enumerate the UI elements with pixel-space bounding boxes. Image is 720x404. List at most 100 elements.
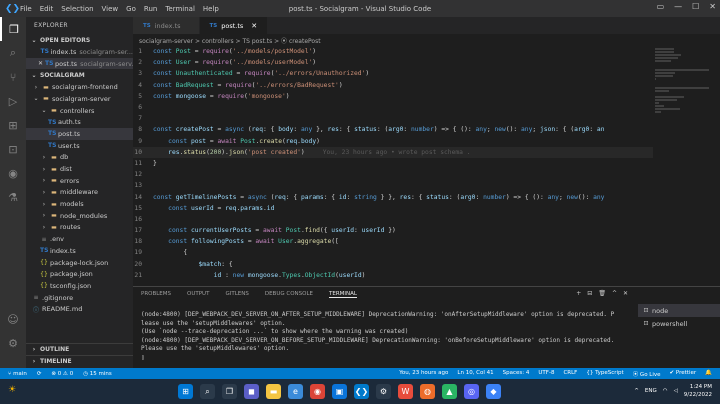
panel-tab-debug-console[interactable]: DEBUG CONSOLE — [265, 291, 313, 297]
extensions-icon[interactable]: ⊞ — [0, 113, 26, 137]
account-icon[interactable]: ☺ — [0, 307, 26, 331]
panel-tab-gitlens[interactable]: GITLENS — [225, 291, 248, 297]
code-line[interactable]: 1 const Post = require('../models/postMod… — [133, 46, 653, 57]
go-live-button[interactable]: ⦿ Go Live — [633, 370, 661, 378]
postman-icon[interactable]: ◍ — [420, 384, 435, 399]
weather-icon[interactable]: ☀ — [8, 385, 16, 395]
code-editor[interactable]: 1 const Post = require('../models/postMod… — [133, 46, 653, 282]
line-ending[interactable]: CRLF — [563, 370, 577, 378]
notifications-icon[interactable]: 🔔 — [705, 370, 712, 378]
tree-item[interactable]: ⓘ README.md — [26, 303, 133, 315]
wifi-icon[interactable]: ◠ — [663, 388, 668, 394]
settings-gear-icon[interactable]: ⚙ — [0, 331, 26, 355]
tree-item[interactable]: TS index.ts — [26, 245, 133, 257]
run-debug-icon[interactable]: ▷ — [0, 89, 26, 113]
close-icon[interactable]: ✕ — [38, 60, 43, 67]
code-line[interactable]: 14 const getTimelinePosts = async (req: {… — [133, 191, 653, 202]
menu-item-edit[interactable]: Edit — [40, 5, 54, 13]
task-view-icon[interactable]: ❐ — [222, 384, 237, 399]
close-panel-icon[interactable]: ✕ — [623, 290, 628, 297]
prettier-status[interactable]: ✔ Prettier — [670, 370, 697, 378]
testing-icon[interactable]: ⚗ — [0, 185, 26, 209]
encoding[interactable]: UTF-8 — [538, 370, 554, 378]
code-line[interactable]: 15 const userId = req.params.id — [133, 203, 653, 214]
code-line[interactable]: 21 id : new mongoose.Types.ObjectId(user… — [133, 270, 653, 281]
app3-icon[interactable]: ◆ — [486, 384, 501, 399]
tree-item[interactable]: › ▬ routes — [26, 222, 133, 234]
maximize-button[interactable]: ☐ — [692, 2, 699, 11]
code-line[interactable]: 18 const followingPosts = await User.agg… — [133, 236, 653, 247]
code-line[interactable]: 11} — [133, 158, 653, 169]
code-line[interactable]: 3 const Unauthenticated = require('../err… — [133, 68, 653, 79]
tree-item[interactable]: › ▬ db — [26, 152, 133, 164]
code-line[interactable]: 22 } — [133, 281, 653, 282]
terminal-output[interactable]: (node:4800) [DEP_WEBPACK_DEV_SERVER_ON_A… — [141, 311, 629, 363]
search-icon[interactable]: ⌕ — [0, 41, 26, 65]
close-button[interactable]: ✕ — [709, 2, 716, 11]
chevron-up-icon[interactable]: ^ — [612, 290, 617, 297]
tree-item[interactable]: › ▬ dist — [26, 163, 133, 175]
tree-item[interactable]: TS auth.ts — [26, 116, 133, 128]
tree-item[interactable]: ⌄ ▬ controllers — [26, 105, 133, 117]
vscode-taskbar-icon[interactable]: ❮❯ — [354, 384, 369, 399]
problems-indicator[interactable]: ⊗ 0 ⚠ 0 — [51, 371, 73, 377]
code-line[interactable]: 9 const post = await Post.create(req.bod… — [133, 136, 653, 147]
new-terminal-icon[interactable]: + — [576, 290, 581, 297]
panel-tab-problems[interactable]: PROBLEMS — [141, 291, 171, 297]
menu-item-help[interactable]: Help — [203, 5, 219, 13]
menu-item-view[interactable]: View — [102, 5, 119, 13]
code-line[interactable]: 13 — [133, 180, 653, 191]
tray-chevron-icon[interactable]: ^ — [634, 388, 639, 394]
panel-tab-terminal[interactable]: TERMINAL — [329, 291, 357, 298]
workspace-section[interactable]: ⌄ SOCIALGRAM — [26, 69, 133, 81]
edge-icon[interactable]: e — [288, 384, 303, 399]
code-line[interactable]: 20 $match: { — [133, 259, 653, 270]
tree-item[interactable]: › ▬ models — [26, 198, 133, 210]
tree-item[interactable]: {} package-lock.json — [26, 257, 133, 269]
tab-post-ts[interactable]: TS post.ts ✕ — [199, 17, 269, 34]
cursor-position[interactable]: Ln 10, Col 41 — [457, 370, 493, 378]
indentation[interactable]: Spaces: 4 — [503, 370, 530, 378]
discord-icon[interactable]: ◎ — [464, 384, 479, 399]
menu-item-selection[interactable]: Selection — [61, 5, 93, 13]
volume-icon[interactable]: ◁ — [674, 388, 678, 394]
tree-item[interactable]: TS post.ts — [26, 128, 133, 140]
layout-icon[interactable]: ▭ — [657, 2, 665, 11]
tree-item[interactable]: TS user.ts — [26, 140, 133, 152]
minimize-button[interactable]: — — [674, 2, 682, 11]
session-time[interactable]: ◷ 15 mins — [83, 371, 112, 377]
app-icon[interactable]: W — [398, 384, 413, 399]
store-icon[interactable]: ▣ — [332, 384, 347, 399]
windows-start-icon[interactable]: ⊞ — [178, 384, 193, 399]
menu-item-file[interactable]: File — [20, 5, 32, 13]
split-terminal-icon[interactable]: ⊟ — [587, 290, 592, 297]
gitlens-icon[interactable]: ◉ — [0, 161, 26, 185]
explorer-icon[interactable]: ❐ — [0, 17, 26, 41]
tree-item[interactable]: {} package.json — [26, 268, 133, 280]
code-line[interactable]: 8 const createPost = async (req: { body: … — [133, 124, 653, 135]
panel-tab-output[interactable]: OUTPUT — [187, 291, 209, 297]
source-control-icon[interactable]: ⑂ — [0, 65, 26, 89]
code-line[interactable]: 19 { — [133, 247, 653, 258]
open-editors-section[interactable]: ⌄ OPEN EDITORS — [26, 34, 133, 46]
code-line[interactable]: 2 const User = require('../models/userMod… — [133, 57, 653, 68]
tree-item[interactable]: ≡ .gitignore — [26, 292, 133, 304]
code-line[interactable]: 7 — [133, 113, 653, 124]
code-line[interactable]: 12 — [133, 169, 653, 180]
menu-item-go[interactable]: Go — [126, 5, 136, 13]
open-editor-item[interactable]: TS index.ts socialgram-ser... — [26, 46, 133, 58]
tree-item[interactable]: › ▬ errors — [26, 175, 133, 187]
code-line[interactable]: 17 const currentUserPosts = await Post.f… — [133, 225, 653, 236]
tree-item[interactable]: {} tsconfig.json — [26, 280, 133, 292]
tree-item[interactable]: › ▬ socialgram-frontend — [26, 81, 133, 93]
close-tab-icon[interactable]: ✕ — [251, 22, 257, 30]
language-mode[interactable]: {} TypeScript — [586, 370, 623, 378]
minimap[interactable] — [653, 46, 711, 282]
language-indicator[interactable]: ENG — [645, 388, 657, 394]
terminal-item-node[interactable]: ⊡ node — [638, 304, 720, 317]
trash-icon[interactable]: 🗑 — [598, 290, 606, 297]
clock[interactable]: 1:24 PM 9/22/2022 — [684, 383, 712, 399]
tree-item[interactable]: › ▬ node_modules — [26, 210, 133, 222]
breadcrumb[interactable]: socialgram-server > controllers > TS pos… — [133, 34, 720, 46]
code-line[interactable]: 10 res.status(200).json('post created') Y… — [133, 146, 653, 158]
